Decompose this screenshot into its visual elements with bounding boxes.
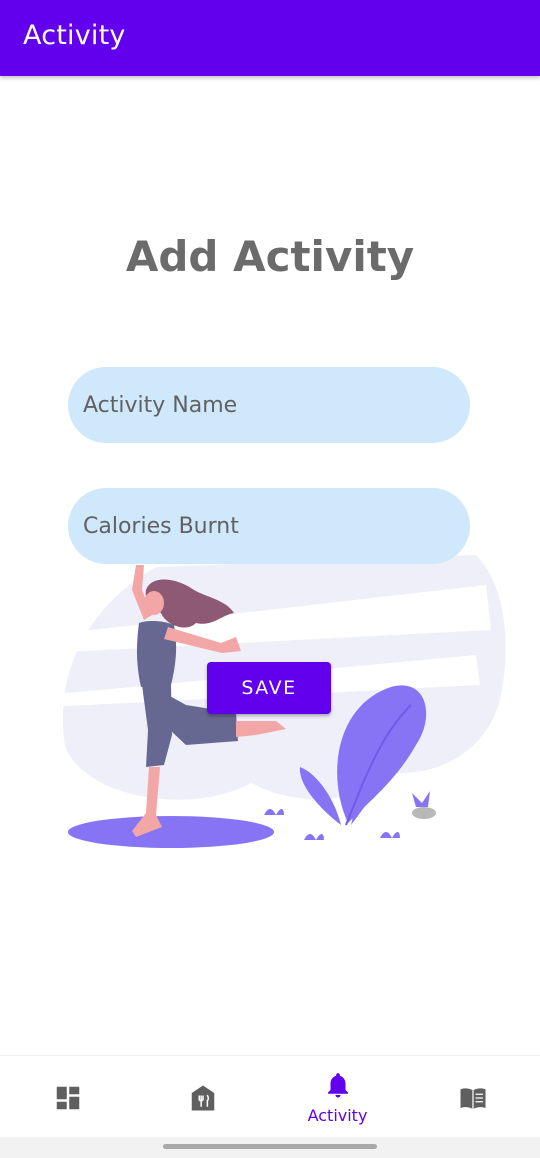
activity-name-field[interactable]: Activity Name <box>68 367 470 443</box>
nav-item-activity[interactable]: Activity <box>270 1056 405 1138</box>
nav-item-dashboard[interactable] <box>0 1056 135 1138</box>
nav-label-activity: Activity <box>307 1106 368 1125</box>
nav-item-meals[interactable] <box>135 1056 270 1138</box>
bottom-navigation: Activity <box>0 1055 540 1138</box>
gesture-area <box>0 1137 540 1158</box>
restaurant-icon <box>191 1085 214 1111</box>
book-icon <box>460 1088 485 1110</box>
nav-item-journal[interactable] <box>405 1056 540 1138</box>
activity-name-placeholder: Activity Name <box>83 392 238 418</box>
save-button[interactable]: SAVE <box>207 662 331 714</box>
calories-burnt-field[interactable]: Calories Burnt <box>68 488 470 564</box>
page-title: Add Activity <box>125 232 415 281</box>
bell-icon <box>327 1073 348 1098</box>
app-bar: Activity <box>0 0 540 76</box>
home-gesture-bar[interactable] <box>163 1144 377 1149</box>
app-bar-title: Activity <box>23 20 126 51</box>
dashboard-icon <box>56 1086 79 1110</box>
calories-burnt-placeholder: Calories Burnt <box>83 513 239 539</box>
